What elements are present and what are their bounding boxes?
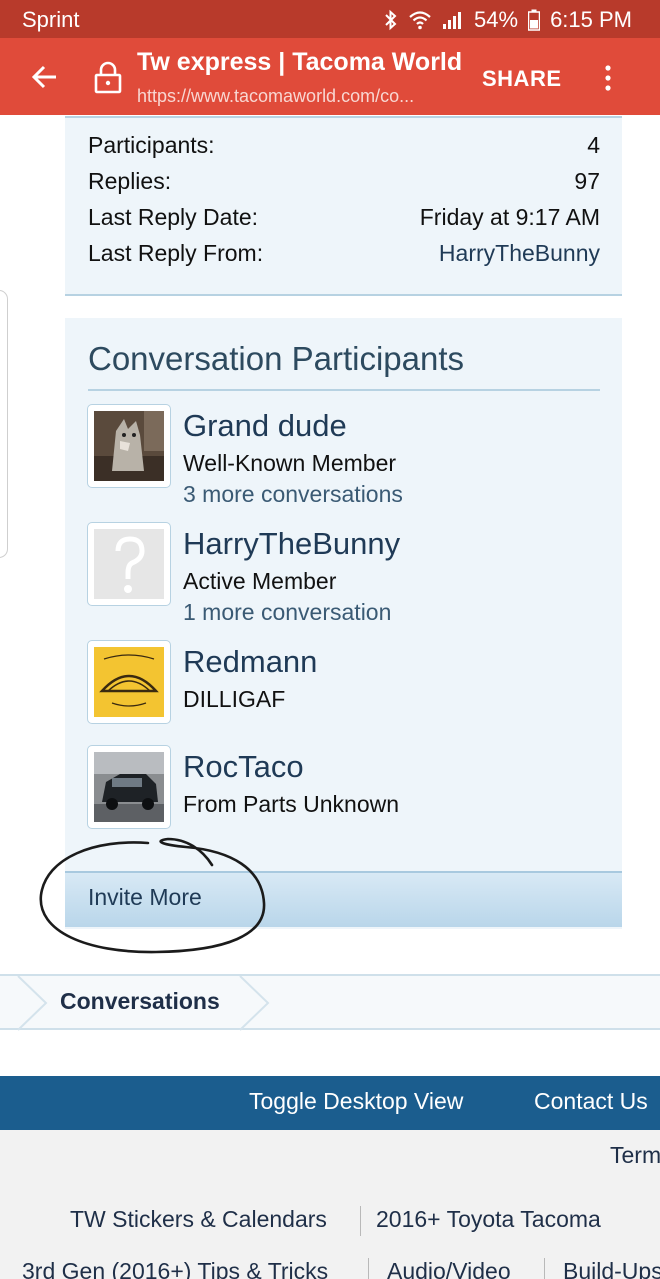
info-row-last-reply-date: Last Reply Date: Friday at 9:17 AM [88, 204, 600, 231]
info-label: Replies: [88, 168, 172, 194]
footer-bar: Toggle Desktop View Contact Us [0, 1076, 660, 1130]
lock-icon[interactable] [94, 60, 122, 94]
conversation-info: Participants: 4 Replies: 97 Last Reply D… [65, 116, 622, 296]
participant-name-link[interactable]: Grand dude [183, 408, 347, 444]
invite-more-bar[interactable]: Invite More [65, 871, 622, 927]
footer-divider [360, 1206, 361, 1236]
bluetooth-icon [385, 9, 397, 31]
avatar[interactable] [87, 745, 171, 829]
terms-link[interactable]: Terms [610, 1142, 660, 1169]
back-arrow-icon[interactable] [30, 62, 60, 92]
info-value: Friday at 9:17 AM [419, 204, 600, 230]
wifi-icon [409, 11, 431, 30]
avatar[interactable] [87, 404, 171, 488]
info-label: Last Reply Date: [88, 204, 259, 230]
footer-links: Terms TW Stickers & Calendars 2016+ Toyo… [0, 1130, 660, 1279]
heading-divider [88, 389, 600, 391]
battery-icon [528, 9, 541, 31]
battery-percent: 54% [474, 7, 519, 32]
invite-more-link[interactable]: Invite More [88, 884, 202, 911]
participant-name-link[interactable]: Redmann [183, 644, 317, 680]
info-row-replies: Replies: 97 [88, 168, 600, 195]
page-title[interactable]: Tw express | Tacoma World [137, 48, 462, 77]
signal-icon [443, 12, 462, 29]
truck-avatar-image [94, 752, 164, 822]
wolf-avatar-image [94, 411, 164, 481]
status-bar: Sprint 54% 6:15 PM [0, 0, 660, 38]
breadcrumb-arrow-icon [239, 976, 270, 1031]
footer-divider [368, 1258, 369, 1279]
page-url[interactable]: https://www.tacomaworld.com/co... [137, 86, 442, 107]
breadcrumb-conversations-link[interactable]: Conversations [60, 988, 220, 1015]
share-button[interactable]: SHARE [482, 66, 562, 92]
taco-avatar-image [94, 647, 164, 717]
participant-name-link[interactable]: RocTaco [183, 749, 304, 785]
participant-role: From Parts Unknown [183, 791, 400, 817]
clock: 6:15 PM [550, 7, 632, 32]
last-reply-user-link[interactable]: HarryTheBunny [439, 240, 600, 267]
footer-divider [544, 1258, 545, 1279]
participants-heading: Conversation Participants [88, 340, 465, 377]
footer-link-2016-tacoma[interactable]: 2016+ Toyota Tacoma [376, 1206, 601, 1233]
info-value: 4 [587, 132, 600, 158]
participant-role: DILLIGAF [183, 686, 286, 712]
carrier-name: Sprint [22, 7, 80, 32]
info-label: Last Reply From: [88, 240, 264, 266]
breadcrumb-arrow-icon [17, 976, 48, 1031]
toggle-desktop-view-link[interactable]: Toggle Desktop View [249, 1088, 463, 1115]
browser-app-bar: Tw express | Tacoma World https://www.ta… [0, 38, 660, 115]
info-row-last-reply-from: Last Reply From: HarryTheBunny [88, 240, 600, 267]
default-avatar-question-icon [94, 529, 164, 599]
info-label: Participants: [88, 132, 215, 158]
participant-name-link[interactable]: HarryTheBunny [183, 526, 400, 562]
breadcrumb: Conversations [0, 974, 660, 1031]
footer-link-build-ups[interactable]: Build-Ups [563, 1258, 660, 1279]
avatar[interactable] [87, 522, 171, 606]
more-conversations-link[interactable]: 1 more conversation [183, 599, 391, 626]
status-icons: 54% 6:15 PM [384, 7, 632, 33]
info-row-participants: Participants: 4 [88, 132, 600, 159]
footer-link-stickers[interactable]: TW Stickers & Calendars [70, 1206, 327, 1233]
avatar[interactable] [87, 640, 171, 724]
side-drawer-handle[interactable] [0, 290, 8, 558]
participant-role: Active Member [183, 568, 337, 594]
footer-link-tips-tricks[interactable]: 3rd Gen (2016+) Tips & Tricks [22, 1258, 328, 1279]
overflow-menu-icon[interactable] [600, 64, 616, 92]
more-conversations-link[interactable]: 3 more conversations [183, 481, 403, 508]
footer-link-audio-video[interactable]: Audio/Video [387, 1258, 511, 1279]
conversation-participants: Conversation Participants Grand dude Wel… [65, 318, 622, 929]
participant-role: Well-Known Member [183, 450, 397, 476]
contact-us-link[interactable]: Contact Us [534, 1088, 648, 1115]
info-value: 97 [574, 168, 600, 194]
